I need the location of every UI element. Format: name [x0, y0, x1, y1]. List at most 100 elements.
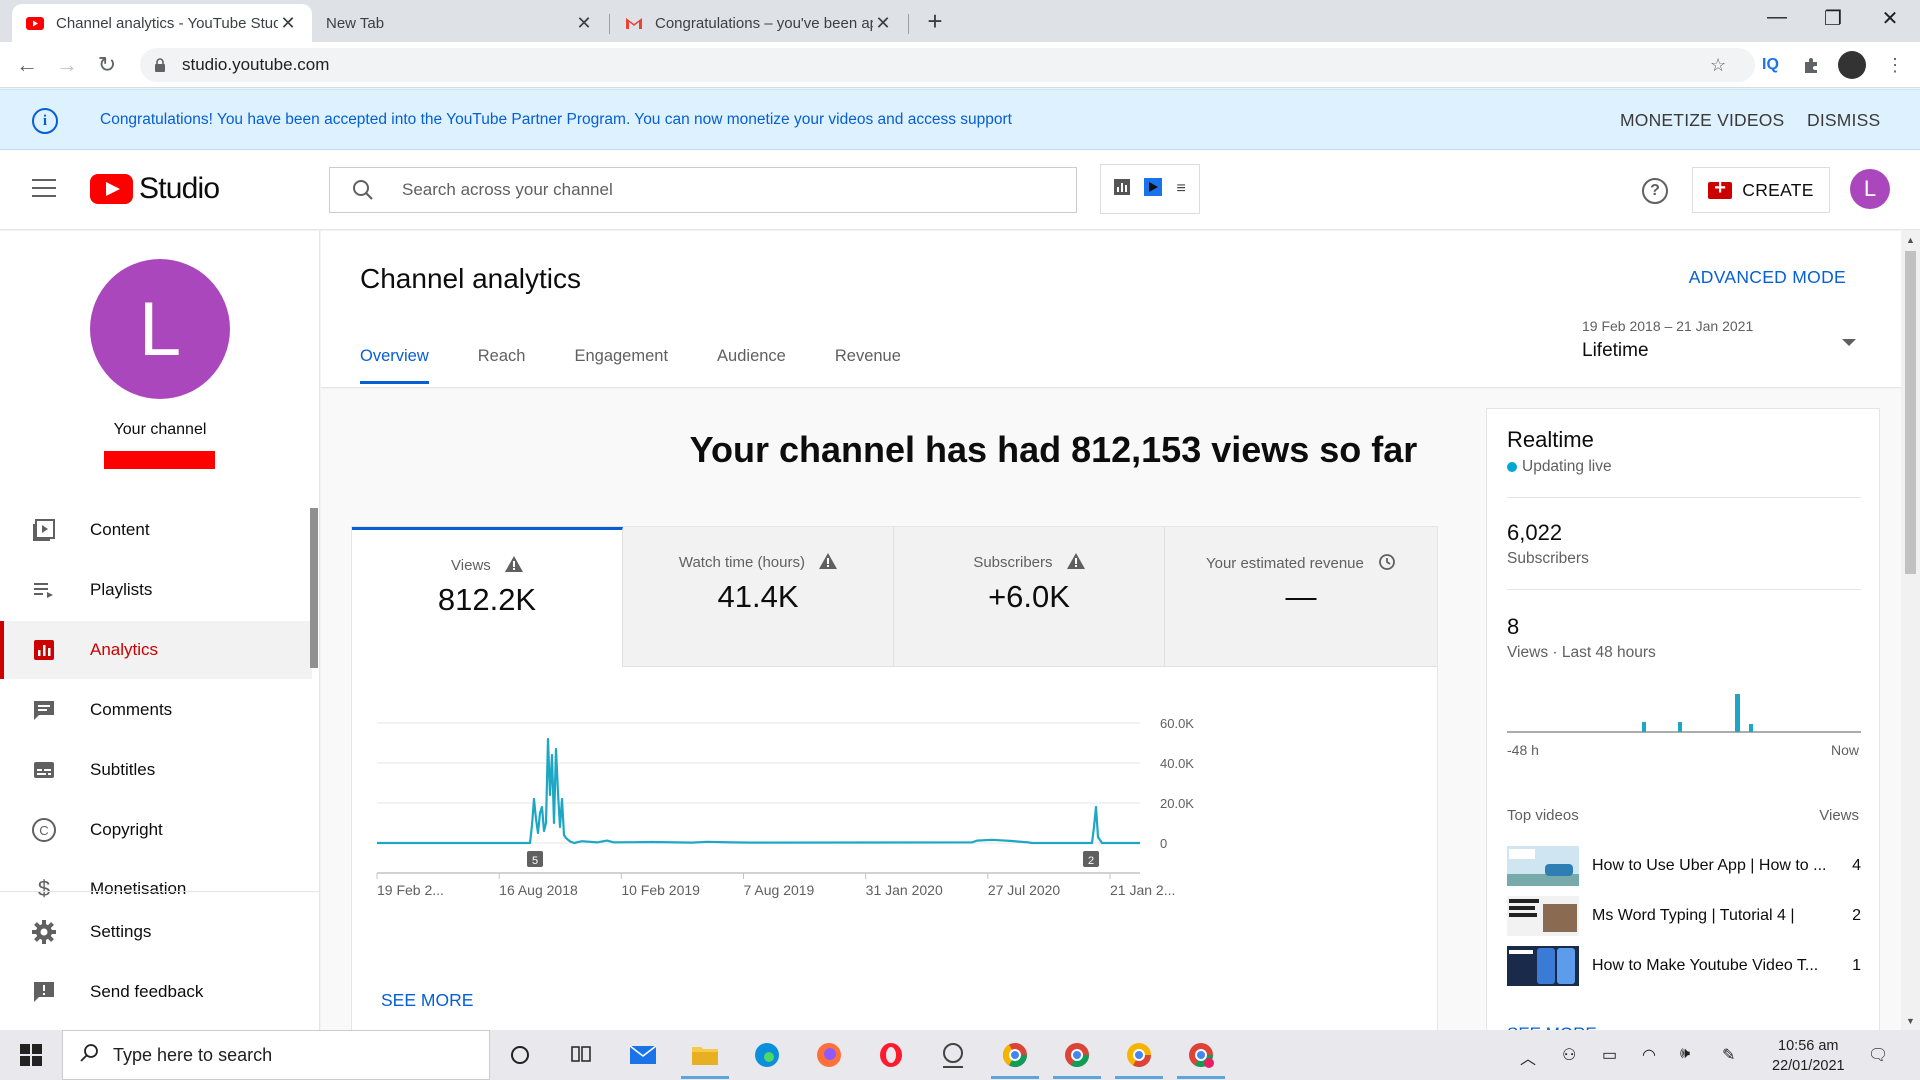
clock-time: 10:56 am	[1778, 1038, 1839, 1054]
scroll-thumb[interactable]	[1905, 251, 1916, 574]
monetize-videos-button[interactable]: MONETIZE VIDEOS	[1620, 110, 1784, 131]
chrome-profile-icon[interactable]	[1053, 1037, 1101, 1079]
pen-icon[interactable]: ✎	[1722, 1045, 1735, 1065]
wifi-icon[interactable]: ◠	[1642, 1045, 1656, 1065]
date-range-text[interactable]: 19 Feb 2018 – 21 Jan 2021	[1582, 318, 1753, 334]
dropdown-arrow-icon[interactable]	[1842, 339, 1856, 346]
task-view-icon[interactable]	[563, 1037, 599, 1073]
sidebar-item-comments[interactable]: Comments	[0, 681, 312, 739]
browser-menu-icon[interactable]: ⋮	[1886, 51, 1904, 79]
hamburger-menu-icon[interactable]	[32, 179, 56, 203]
screen-tool-icon[interactable]	[935, 1037, 971, 1073]
channel-search-box[interactable]	[329, 167, 1077, 213]
battery-icon[interactable]: ▭	[1602, 1045, 1617, 1065]
notifications-icon[interactable]: 🗨	[1868, 1045, 1888, 1065]
realtime-axis-start: -48 h	[1507, 742, 1539, 758]
search-input[interactable]	[402, 180, 1022, 200]
metric-label: Views	[451, 556, 491, 574]
taskbar-clock[interactable]: 10:56 am 22/01/2021	[1772, 1036, 1845, 1076]
minimize-icon[interactable]: —	[1757, 6, 1797, 29]
sidebar-divider	[0, 891, 319, 892]
file-explorer-icon[interactable]	[681, 1037, 729, 1079]
help-icon[interactable]: ?	[1642, 178, 1668, 204]
volume-icon[interactable]: 🕪	[1680, 1045, 1690, 1063]
video-marker-label: 2	[1088, 855, 1094, 867]
metric-subscribers[interactable]: Subscribers +6.0K	[894, 527, 1165, 667]
back-icon[interactable]: ←	[12, 50, 42, 80]
channel-avatar[interactable]: L	[90, 259, 230, 399]
taskbar-search-box[interactable]: Type here to search	[62, 1030, 490, 1080]
sidebar-item-settings[interactable]: Settings	[0, 903, 312, 961]
metric-watch-time[interactable]: Watch time (hours) 41.4K	[623, 527, 894, 667]
tab-revenue[interactable]: Revenue	[835, 347, 901, 384]
bookmark-star-icon[interactable]: ☆	[1710, 51, 1726, 79]
dismiss-button[interactable]: DISMISS	[1807, 110, 1880, 131]
metric-label-row: Subscribers	[894, 553, 1164, 573]
metric-views[interactable]: Views 812.2K	[352, 527, 623, 667]
tab-overview[interactable]: Overview	[360, 347, 429, 384]
iq-extension-icon[interactable]: IQ	[1762, 51, 1779, 79]
y-tick-label: 20.0K	[1160, 796, 1194, 811]
sidebar-item-send-feedback[interactable]: Send feedback	[0, 963, 312, 1021]
windows-start-icon[interactable]	[13, 1037, 49, 1073]
top-video-row[interactable]: Ms Word Typing | Tutorial 4 | 2	[1507, 896, 1861, 938]
y-tick-label: 0	[1160, 836, 1167, 851]
sidebar-item-content[interactable]: Content	[0, 501, 312, 559]
chrome-profile-icon[interactable]	[1177, 1037, 1225, 1079]
reload-icon[interactable]: ↻	[92, 50, 122, 80]
url-field[interactable]: studio.youtube.com	[140, 48, 1755, 82]
mail-icon[interactable]	[625, 1037, 661, 1073]
chrome-profile-icon[interactable]	[1115, 1037, 1163, 1079]
warning-icon	[819, 553, 838, 573]
restore-icon[interactable]: ❐	[1813, 6, 1853, 31]
close-window-icon[interactable]: ✕	[1870, 6, 1910, 31]
advanced-mode-button[interactable]: ADVANCED MODE	[1689, 267, 1846, 288]
sidebar-item-analytics[interactable]: Analytics	[0, 621, 312, 679]
analytics-content: Your channel has had 812,153 views so fa…	[321, 389, 1901, 1048]
tab-gmail[interactable]: Congratulations – you've been approved ✕	[611, 4, 907, 42]
close-tab-icon[interactable]: ✕	[278, 13, 298, 34]
bar-chart-icon[interactable]	[1114, 178, 1131, 200]
period-select[interactable]: Lifetime	[1582, 340, 1649, 362]
sidebar-item-subtitles[interactable]: Subtitles	[0, 741, 312, 799]
metric-value: —	[1285, 579, 1317, 614]
metric-estimated-revenue[interactable]: Your estimated revenue —	[1165, 527, 1437, 667]
svg-text:C: C	[39, 823, 48, 838]
page-scrollbar[interactable]: ▲ ▼	[1901, 231, 1920, 1030]
tab-audience[interactable]: Audience	[717, 347, 786, 384]
cortana-icon[interactable]	[502, 1037, 538, 1073]
page-title: Channel analytics	[360, 263, 582, 294]
close-tab-icon[interactable]: ✕	[873, 13, 893, 34]
account-avatar[interactable]: L	[1850, 169, 1890, 209]
sidebar-scrollbar[interactable]	[310, 508, 318, 668]
see-more-button[interactable]: SEE MORE	[381, 990, 473, 1011]
list-icon[interactable]: ≡	[1177, 180, 1186, 198]
video-views: 1	[1852, 957, 1861, 974]
tab-channel-analytics[interactable]: Channel analytics - YouTube Studio ✕	[12, 4, 312, 42]
edge-icon[interactable]	[749, 1037, 785, 1073]
studio-logo[interactable]: Studio	[90, 172, 220, 206]
close-tab-icon[interactable]: ✕	[574, 13, 594, 34]
extensions-puzzle-icon[interactable]	[1802, 51, 1820, 79]
firefox-icon[interactable]	[811, 1037, 847, 1073]
people-icon[interactable]: ⚇	[1562, 1045, 1576, 1065]
profile-avatar-icon[interactable]	[1838, 51, 1866, 79]
scroll-down-icon[interactable]: ▼	[1906, 1016, 1915, 1026]
tab-engagement[interactable]: Engagement	[574, 347, 668, 384]
sidebar-item-copyright[interactable]: C Copyright	[0, 801, 312, 859]
chrome-icon[interactable]	[991, 1037, 1039, 1079]
create-label: CREATE	[1742, 179, 1814, 200]
video-play-icon[interactable]	[1144, 177, 1163, 201]
clock-icon	[1378, 553, 1396, 575]
scroll-up-icon[interactable]: ▲	[1906, 235, 1915, 245]
forward-icon[interactable]: →	[52, 50, 82, 80]
new-tab-icon[interactable]: +	[920, 6, 950, 37]
sidebar-item-playlists[interactable]: Playlists	[0, 561, 312, 619]
create-button[interactable]: CREATE	[1692, 167, 1830, 213]
show-hidden-icons-icon[interactable]: ︿	[1520, 1045, 1536, 1069]
top-video-row[interactable]: How to Make Youtube Video T... 1	[1507, 946, 1861, 988]
opera-icon[interactable]	[873, 1037, 909, 1073]
tab-reach[interactable]: Reach	[478, 347, 526, 384]
tab-new-tab[interactable]: New Tab ✕	[312, 4, 608, 42]
top-video-row[interactable]: How to Use Uber App | How to ... 4	[1507, 846, 1861, 888]
